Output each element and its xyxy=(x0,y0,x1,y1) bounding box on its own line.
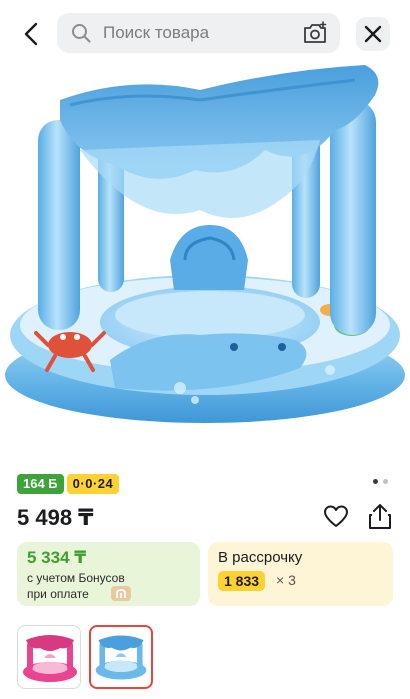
pager-dot-active xyxy=(373,479,378,484)
thumbnail-pink[interactable] xyxy=(17,625,81,689)
inflatable-ring-illustration xyxy=(5,65,405,423)
back-button[interactable] xyxy=(14,17,48,51)
close-icon xyxy=(364,25,382,43)
installment-amount: 1 833 xyxy=(218,571,266,591)
installment-times: × 3 xyxy=(276,572,296,588)
search-input[interactable] xyxy=(103,13,293,53)
installment-card[interactable]: В рассрочку 1 833 × 3 xyxy=(208,542,393,606)
top-bar xyxy=(0,0,410,66)
close-button[interactable] xyxy=(356,17,390,51)
chevron-left-icon xyxy=(24,22,38,46)
bonus-note-line2: при оплате xyxy=(27,587,89,601)
bonus-price: 5 334 ₸ xyxy=(27,548,87,567)
search-icon xyxy=(72,24,91,43)
thumbnail-blue[interactable] xyxy=(89,625,153,689)
product-image[interactable] xyxy=(0,60,410,465)
installment-badge: 0·0·24 xyxy=(66,474,120,494)
bonus-note-line1: с учетом Бонусов xyxy=(27,571,125,585)
pager-dot xyxy=(383,479,388,484)
gallery-pager xyxy=(373,479,388,484)
search-box[interactable] xyxy=(57,13,340,53)
camera-search-icon[interactable] xyxy=(302,21,328,45)
bonus-price-card[interactable]: 5 334 ₸ с учетом Бонусов при оплате xyxy=(17,542,200,606)
product-price: 5 498 ₸ xyxy=(17,505,94,530)
thumbnail-blue-image xyxy=(95,635,147,680)
heart-icon[interactable] xyxy=(323,504,349,530)
installment-title: В рассрочку xyxy=(218,549,303,566)
thumbnail-pink-image xyxy=(23,635,77,682)
bonus-badge: 164 Б xyxy=(17,474,64,494)
kaspi-logo-icon xyxy=(111,586,131,601)
share-icon[interactable] xyxy=(367,502,393,530)
badges-row: 164 Б 0·0·24 xyxy=(17,474,120,494)
